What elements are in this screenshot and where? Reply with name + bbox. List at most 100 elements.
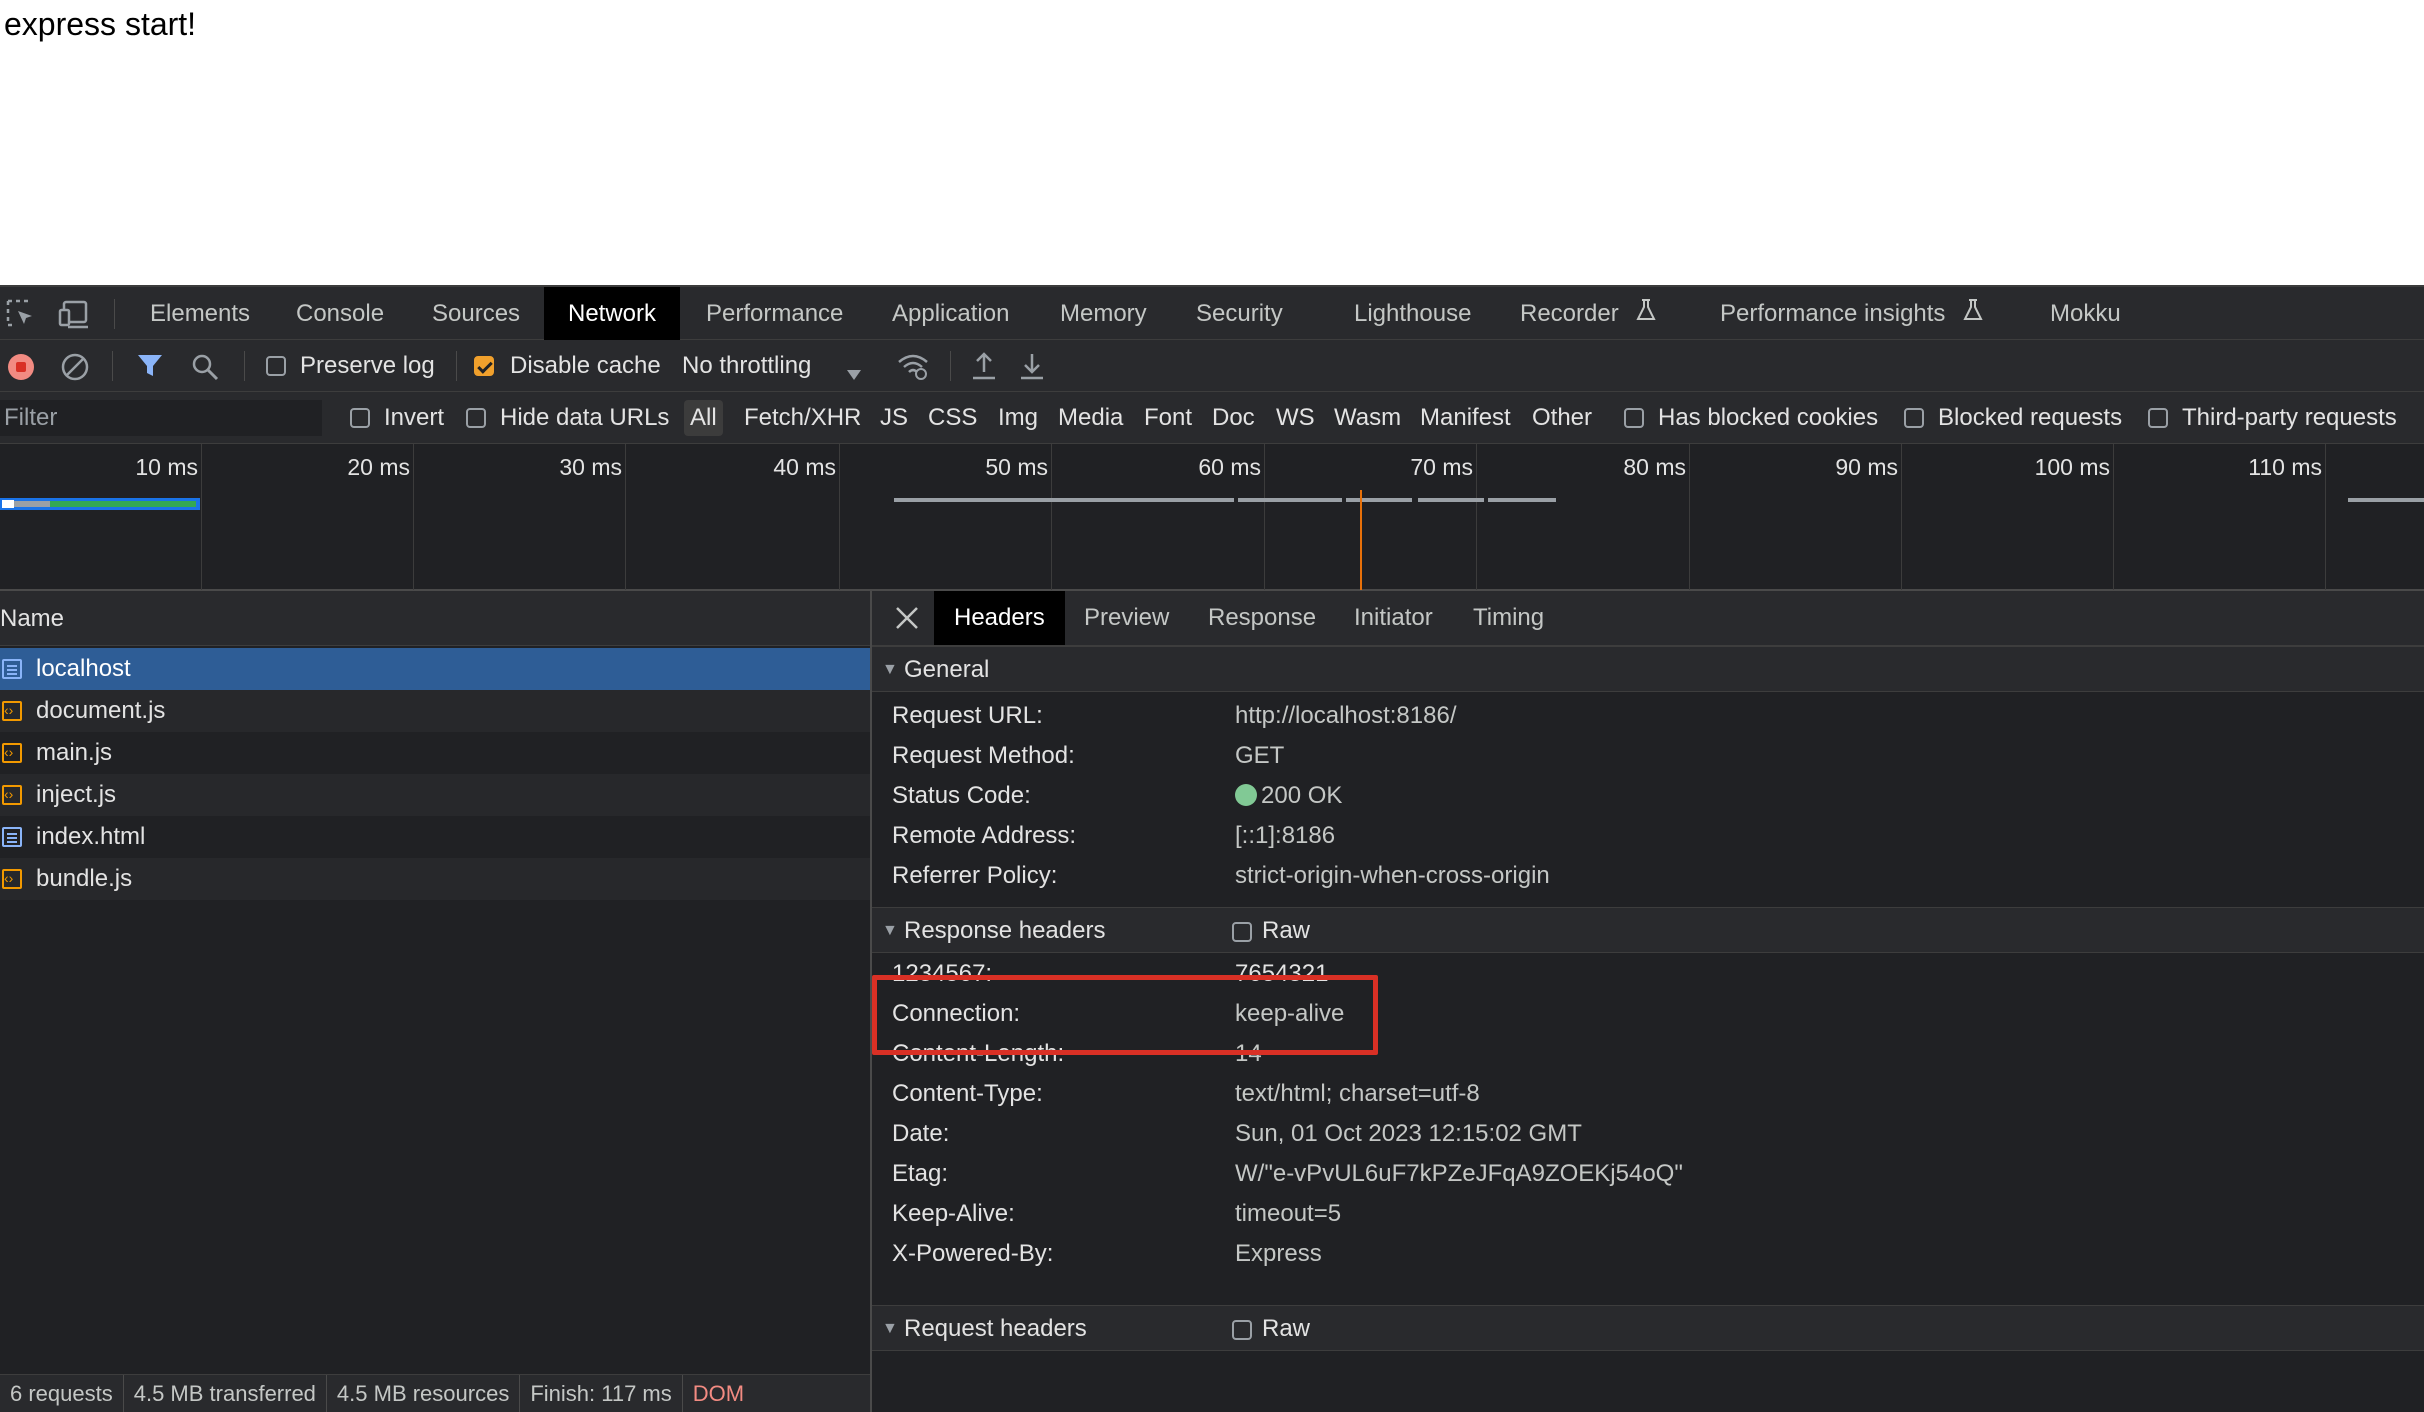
column-header-name[interactable]: Name (0, 591, 870, 646)
request-list: Name localhost document.js main.js injec… (0, 591, 872, 1412)
clear-icon[interactable] (60, 352, 90, 389)
type-filter-js[interactable]: JS (880, 400, 908, 436)
tick-gridline (1476, 444, 1477, 590)
inspected-page: express start! (0, 0, 2424, 285)
tab-sources[interactable]: Sources (432, 287, 520, 340)
third-party-requests-checkbox[interactable] (2148, 408, 2168, 428)
type-filter-ws[interactable]: WS (1276, 400, 1315, 436)
type-filter-img[interactable]: Img (998, 400, 1038, 436)
search-icon[interactable] (190, 352, 220, 389)
section-general-header[interactable]: ▼ General (872, 646, 2424, 692)
hide-data-urls-label[interactable]: Hide data URLs (500, 404, 669, 432)
type-filter-css[interactable]: CSS (928, 400, 977, 436)
filter-input[interactable] (0, 400, 322, 436)
waterfall-bar (2348, 498, 2424, 502)
header-value: 200 OK (1261, 782, 1343, 809)
toolbar-separator (456, 351, 457, 381)
tab-lighthouse[interactable]: Lighthouse (1354, 287, 1471, 340)
request-row-document-js[interactable]: document.js (0, 690, 870, 732)
type-filter-other[interactable]: Other (1532, 400, 1592, 436)
type-filter-all[interactable]: All (684, 400, 723, 436)
header-value: [::1]:8186 (1235, 822, 1336, 849)
type-filter-media[interactable]: Media (1058, 400, 1123, 436)
throttling-select[interactable]: No throttling (682, 352, 811, 380)
header-name: Etag: (892, 1160, 949, 1187)
tick-label: 80 ms (1623, 454, 1686, 480)
tab-elements[interactable]: Elements (150, 287, 250, 340)
has-blocked-cookies-checkbox[interactable] (1624, 408, 1644, 428)
invert-checkbox[interactable] (350, 408, 370, 428)
experimental-flask-icon (1635, 288, 1657, 341)
type-filter-font[interactable]: Font (1144, 400, 1192, 436)
preserve-log-label[interactable]: Preserve log (300, 352, 435, 380)
device-toolbar-icon[interactable] (58, 297, 92, 331)
hide-data-urls-checkbox[interactable] (466, 408, 486, 428)
header-row: Referrer Policy: strict-origin-when-cros… (872, 856, 2424, 896)
section-request-headers-header[interactable]: ▼ Request headers Raw (872, 1305, 2424, 1351)
chevron-down-icon[interactable] (846, 360, 862, 388)
type-filter-manifest[interactable]: Manifest (1420, 400, 1511, 436)
details-tab-timing[interactable]: Timing (1473, 591, 1544, 645)
header-row: Remote Address: [::1]:8186 (872, 816, 2424, 856)
request-raw-checkbox[interactable] (1232, 1320, 1252, 1340)
response-raw-label[interactable]: Raw (1262, 908, 1310, 954)
preserve-log-checkbox[interactable] (266, 356, 286, 376)
section-response-headers-header[interactable]: ▼ Response headers Raw (872, 907, 2424, 953)
header-value: timeout=5 (1235, 1200, 1342, 1227)
tab-application[interactable]: Application (892, 287, 1009, 340)
export-har-icon[interactable] (1018, 350, 1046, 389)
record-stop-icon[interactable] (6, 352, 36, 389)
blocked-requests-checkbox[interactable] (1904, 408, 1924, 428)
disable-cache-label[interactable]: Disable cache (510, 352, 661, 380)
devtools-panel: Elements Console Sources Network Perform… (0, 285, 2424, 1412)
tab-network[interactable]: Network (544, 287, 681, 340)
type-filter-doc[interactable]: Doc (1212, 400, 1255, 436)
details-tab-preview[interactable]: Preview (1084, 591, 1169, 645)
tick-label: 90 ms (1835, 454, 1898, 480)
tab-memory[interactable]: Memory (1060, 287, 1147, 340)
request-raw-label[interactable]: Raw (1262, 1306, 1310, 1352)
request-name: inject.js (36, 781, 117, 808)
filter-funnel-icon[interactable] (136, 352, 164, 387)
details-tab-initiator[interactable]: Initiator (1354, 591, 1433, 645)
inspect-element-icon[interactable] (4, 297, 38, 331)
tab-performance[interactable]: Performance (706, 287, 843, 340)
header-name: Date: (892, 1120, 950, 1147)
request-row-main-js[interactable]: main.js (0, 732, 870, 774)
tick-gridline (1689, 444, 1690, 590)
invert-label[interactable]: Invert (384, 404, 444, 432)
type-filter-fetch-xhr[interactable]: Fetch/XHR (744, 400, 861, 436)
response-raw-checkbox[interactable] (1232, 922, 1252, 942)
annotation-highlight-box (872, 975, 1378, 1055)
details-tab-headers[interactable]: Headers (934, 591, 1065, 645)
request-row-inject-js[interactable]: inject.js (0, 774, 870, 816)
network-conditions-icon[interactable] (896, 352, 930, 389)
type-filter-wasm[interactable]: Wasm (1334, 400, 1401, 436)
tab-console[interactable]: Console (296, 287, 384, 340)
network-overview[interactable]: 10 ms 20 ms 30 ms 40 ms 50 ms 60 ms 70 m… (0, 444, 2424, 591)
waterfall-bar (1418, 498, 1484, 502)
header-name: Status Code: (892, 782, 1031, 809)
tab-recorder[interactable]: Recorder (1520, 287, 1657, 340)
header-row: Etag: W/"e-vPvUL6uF7kPZeJFqA9ZOEKj54oQ" (872, 1154, 2424, 1194)
expand-triangle-icon: ▼ (882, 922, 898, 939)
blocked-requests-label[interactable]: Blocked requests (1938, 404, 2122, 432)
import-har-icon[interactable] (970, 350, 998, 389)
request-name: bundle.js (36, 865, 133, 892)
header-value: GET (1235, 742, 1285, 769)
has-blocked-cookies-label[interactable]: Has blocked cookies (1658, 404, 1878, 432)
toolbar-separator (950, 351, 951, 381)
disable-cache-checkbox[interactable] (474, 356, 494, 376)
request-row-index-html[interactable]: index.html (0, 816, 870, 858)
tick-gridline (201, 444, 202, 590)
expand-triangle-icon: ▼ (882, 1320, 898, 1337)
request-name: main.js (36, 739, 113, 766)
details-tab-response[interactable]: Response (1208, 591, 1316, 645)
tab-performance-insights[interactable]: Performance insights (1720, 287, 1984, 340)
tab-mokku[interactable]: Mokku (2050, 287, 2121, 340)
request-row-bundle-js[interactable]: bundle.js (0, 858, 870, 900)
third-party-requests-label[interactable]: Third-party requests (2182, 404, 2397, 432)
close-icon[interactable] (894, 605, 920, 638)
tab-security[interactable]: Security (1196, 287, 1283, 340)
request-row-localhost[interactable]: localhost (0, 648, 870, 690)
